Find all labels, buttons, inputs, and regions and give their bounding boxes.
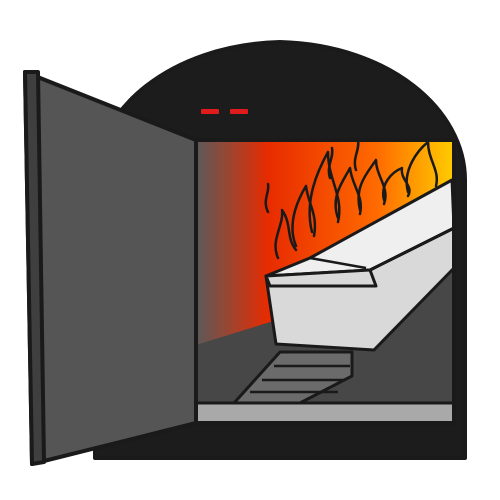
oven-threshold — [194, 401, 456, 425]
door-panel[interactable] — [23, 70, 198, 466]
illustration-canvas — [0, 0, 500, 500]
oven-door[interactable] — [23, 70, 198, 466]
indicator-light-left — [201, 109, 219, 114]
cremation-oven-illustration — [23, 40, 467, 466]
indicator-light-right — [230, 109, 248, 114]
